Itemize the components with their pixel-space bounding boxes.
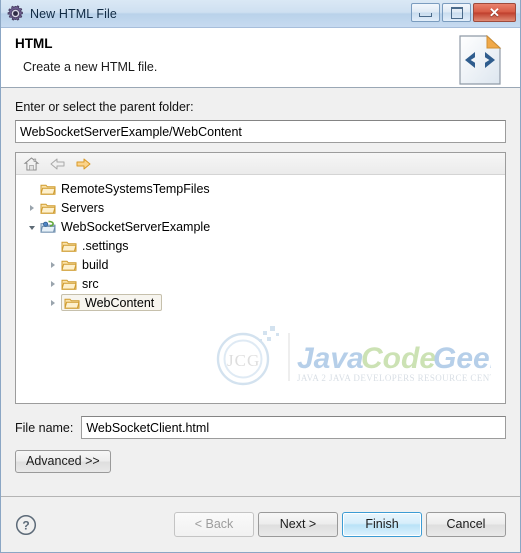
tree-row[interactable]: WebSocketServerExample: [16, 217, 505, 236]
tree-row-label: Servers: [61, 200, 105, 215]
maximize-icon: [450, 6, 463, 19]
finish-button[interactable]: Finish: [342, 512, 422, 537]
dialog-header: HTML Create a new HTML file.: [1, 28, 520, 88]
parent-folder-input[interactable]: [15, 120, 506, 143]
window-controls: ✕: [411, 3, 516, 22]
watermark-word-3: Geeks: [433, 342, 491, 375]
back-button: < Back: [174, 512, 254, 537]
close-icon: ✕: [489, 5, 500, 20]
file-name-label: File name:: [15, 420, 74, 435]
tree-row[interactable]: Servers: [16, 198, 505, 217]
folder-icon: [61, 277, 77, 291]
title-bar: New HTML File ✕: [1, 0, 520, 28]
java-code-geeks-logo: JCG Java Code Geeks JAVA 2 JAVA DEVELOPE…: [201, 319, 505, 393]
tree-row-label: build: [82, 257, 109, 272]
back-arrow-icon[interactable]: [49, 156, 66, 172]
chevron-right-icon[interactable]: [45, 299, 61, 306]
home-icon[interactable]: [23, 156, 40, 172]
project-icon: [40, 220, 56, 234]
advanced-section: Advanced >>: [15, 450, 506, 473]
chevron-right-icon[interactable]: [45, 261, 61, 268]
chevron-down-icon[interactable]: [24, 224, 40, 230]
tree-row[interactable]: RemoteSystemsTempFiles: [16, 179, 505, 198]
footer-buttons: < Back Next > Finish Cancel: [174, 512, 506, 537]
tree-row-content: src: [61, 277, 102, 291]
tree-row-content: Servers: [40, 201, 107, 215]
advanced-button[interactable]: Advanced >>: [15, 450, 111, 473]
tree-row[interactable]: WebContent: [16, 293, 505, 312]
folder-icon: [40, 182, 56, 196]
page-title: HTML: [15, 36, 53, 51]
svg-text:JCG: JCG: [227, 351, 260, 370]
tree-row-content: build: [61, 258, 111, 272]
folder-tree[interactable]: RemoteSystemsTempFiles Servers WebSocketSe…: [16, 175, 505, 312]
chevron-right-icon[interactable]: [24, 204, 40, 211]
close-button[interactable]: ✕: [473, 3, 516, 22]
file-name-row: File name:: [15, 416, 506, 439]
html-file-icon: [456, 34, 504, 86]
page-subtitle: Create a new HTML file.: [23, 60, 158, 74]
tree-row[interactable]: .settings: [16, 236, 505, 255]
dialog-footer: ? < Back Next > Finish Cancel: [1, 496, 520, 552]
folder-icon: [61, 258, 77, 272]
minimize-icon: [419, 13, 432, 17]
cancel-button[interactable]: Cancel: [426, 512, 506, 537]
chevron-right-icon[interactable]: [45, 280, 61, 287]
minimize-button[interactable]: [411, 3, 440, 22]
svg-text:JAVA 2 JAVA DEVELOPERS RESOURC: JAVA 2 JAVA DEVELOPERS RESOURCE CENTER: [297, 373, 491, 383]
tree-toolbar: [16, 153, 505, 175]
gear-icon: [7, 5, 24, 22]
watermark-word-2: Code: [361, 342, 436, 375]
tree-row-content: RemoteSystemsTempFiles: [40, 182, 213, 196]
window-title: New HTML File: [30, 6, 117, 21]
folder-tree-panel[interactable]: RemoteSystemsTempFiles Servers WebSocketSe…: [15, 152, 506, 404]
tree-row-label: RemoteSystemsTempFiles: [61, 181, 210, 196]
svg-text:?: ?: [22, 518, 29, 532]
parent-folder-label: Enter or select the parent folder:: [15, 100, 194, 114]
tree-row[interactable]: build: [16, 255, 505, 274]
folder-icon: [64, 296, 80, 310]
tree-row-content: .settings: [61, 239, 132, 253]
watermark-word-1: Java: [297, 342, 364, 375]
tree-row-label: WebSocketServerExample: [61, 219, 211, 234]
next-button[interactable]: Next >: [258, 512, 338, 537]
dialog-body: Enter or select the parent folder: WebSo…: [1, 88, 520, 473]
new-html-file-dialog: New HTML File ✕ HTML Create a new HTML f…: [0, 0, 521, 553]
folder-icon: [40, 201, 56, 215]
tree-row-content: WebSocketServerExample: [40, 220, 213, 234]
tree-row[interactable]: src: [16, 274, 505, 293]
folder-icon: [61, 239, 77, 253]
tree-row-label: .settings: [82, 238, 129, 253]
tree-row-content: WebContent: [61, 294, 163, 311]
file-name-input[interactable]: [81, 416, 506, 439]
forward-arrow-icon[interactable]: [75, 156, 92, 172]
tree-row-label: WebContent: [85, 295, 155, 310]
help-icon[interactable]: ?: [15, 514, 37, 536]
tree-row-label: src: [82, 276, 99, 291]
maximize-button[interactable]: [442, 3, 471, 22]
